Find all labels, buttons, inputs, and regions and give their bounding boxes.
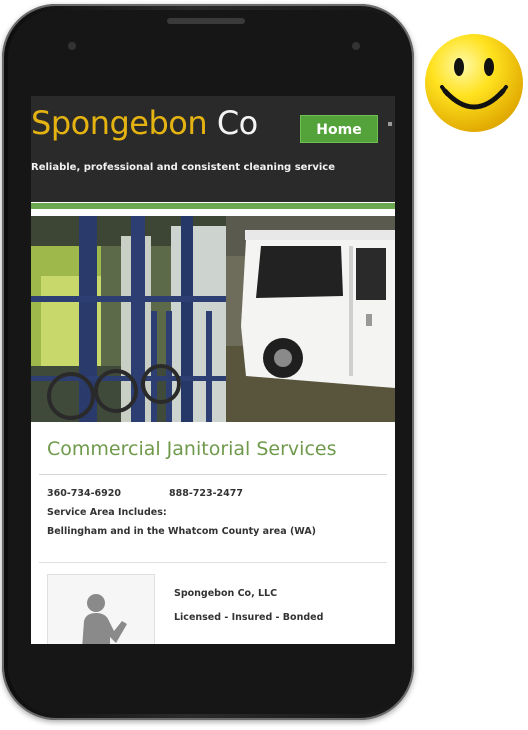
title-divider [39, 474, 387, 475]
person-silhouette-icon [82, 594, 127, 644]
smiley-face-icon [423, 31, 525, 135]
company-credentials: Licensed - Insured - Bonded [174, 612, 324, 623]
site-tagline: Reliable, professional and consistent cl… [31, 162, 336, 173]
service-area-label: Service Area Includes: [47, 507, 167, 518]
phone-speaker [167, 18, 245, 24]
phone-number-local[interactable]: 360-734-6920 [47, 488, 121, 499]
phone-device: Spongebon Co Home Reliable, professional… [2, 4, 414, 720]
mockup-stage: Spongebon Co Home Reliable, professional… [0, 0, 528, 730]
nav-overflow-indicator[interactable] [388, 122, 392, 126]
service-area-text: Bellingham and in the Whatcom County are… [47, 526, 317, 537]
hero-photo [31, 216, 395, 422]
services-title: Commercial Janitorial Services [47, 438, 337, 460]
services-card: Commercial Janitorial Services 360-734-6… [39, 426, 387, 556]
avatar [47, 574, 155, 644]
brand-suffix: Co [216, 104, 258, 142]
site-header: Spongebon Co Home Reliable, professional… [31, 96, 395, 202]
phone-sensor [68, 42, 76, 50]
nav-home-button[interactable]: Home [300, 115, 378, 143]
brand-name: Spongebon [31, 104, 208, 142]
hero-photo-illustration [31, 216, 395, 422]
section-divider [39, 562, 387, 563]
header-divider [31, 203, 395, 209]
phone-camera [352, 42, 360, 50]
phone-screen[interactable]: Spongebon Co Home Reliable, professional… [31, 96, 395, 644]
phone-number-tollfree[interactable]: 888-723-2477 [169, 488, 243, 499]
company-name: Spongebon Co, LLC [174, 588, 278, 599]
site-logo[interactable]: Spongebon Co [31, 104, 258, 142]
company-card: Spongebon Co, LLC Licensed - Insured - B… [39, 574, 387, 644]
